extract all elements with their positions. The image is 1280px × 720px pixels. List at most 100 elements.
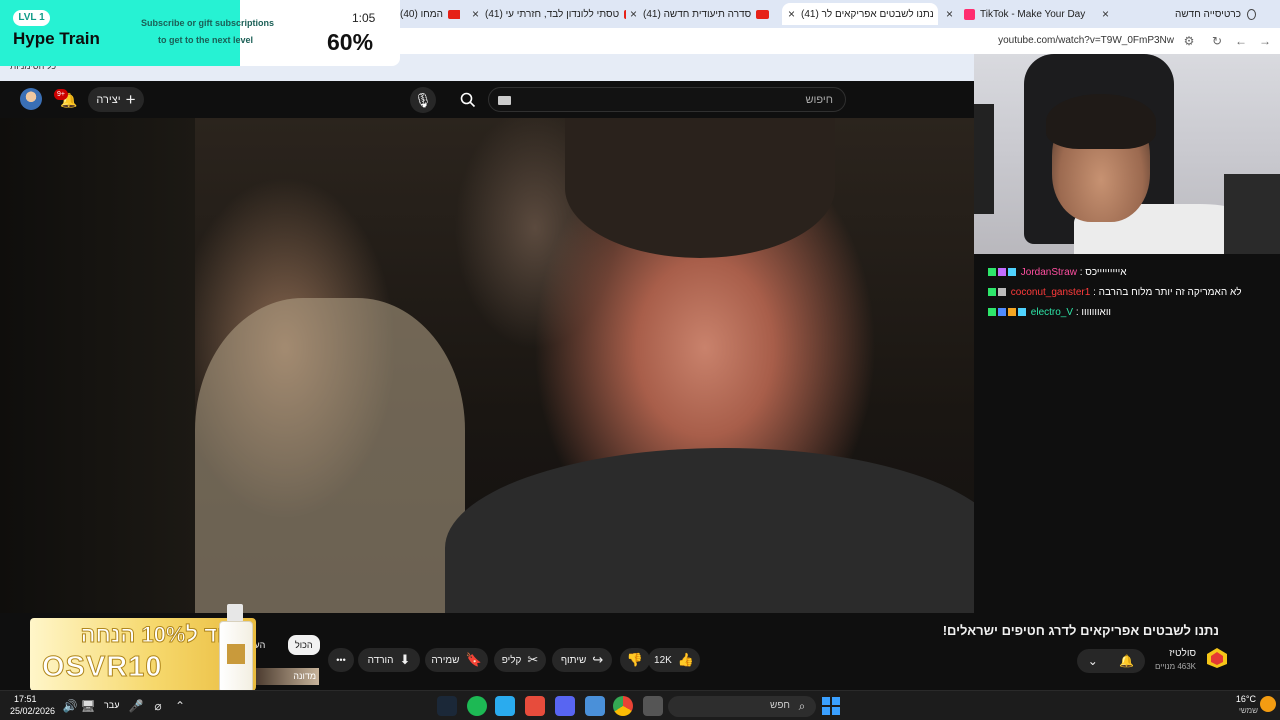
download-label: הורדה <box>367 654 394 666</box>
chat-badge-icon <box>998 288 1006 296</box>
tab-label: (41) טסתי ללונדון לבד, חזרתי עי <box>485 8 620 20</box>
streamer-webcam <box>974 54 1280 254</box>
notification-count-badge: 9+ <box>54 89 68 100</box>
clock-date[interactable]: 25/02/2026 <box>10 706 55 716</box>
hype-train-subtitle: Subscribe or gift subscriptions <box>141 18 275 28</box>
chat-message: coconut_ganster1 : לא האמריקה זה יותר מל… <box>988 287 1242 298</box>
tab-4[interactable]: × TikTok - Make Your Day <box>940 3 1090 25</box>
forward-icon[interactable]: → <box>1258 34 1272 48</box>
tiktok-icon <box>964 8 976 20</box>
chip-all[interactable]: הכול <box>288 635 320 655</box>
tab-5[interactable]: × כרטיסייה חדשה <box>1096 3 1256 25</box>
create-button[interactable]: יצירה + <box>88 87 144 112</box>
avatar[interactable] <box>20 88 42 110</box>
notepad-icon[interactable] <box>585 696 605 716</box>
chat-badge-icon <box>1008 308 1016 316</box>
video-backdrop <box>0 118 195 613</box>
chat-badge-icon <box>998 308 1006 316</box>
windows-taskbar: 17:51 25/02/2026 🔊 🖥 עבר 🎤 ⌀ ⌃ חפש ⌕ 16°… <box>0 690 1280 720</box>
taskbar-search-placeholder: חפש <box>770 700 790 711</box>
hype-train-widget: LVL 1 Hype Train Subscribe or gift subsc… <box>0 0 400 66</box>
spotify-icon[interactable] <box>467 696 487 716</box>
chat-username[interactable]: coconut_ganster1 <box>1011 287 1091 298</box>
discord-icon[interactable] <box>555 696 575 716</box>
video-person-hair <box>565 118 835 258</box>
tab-close-icon[interactable]: × <box>1102 7 1109 21</box>
url-text[interactable]: youtube.com/watch?v=T9W_0FmP3Nw <box>998 35 1174 46</box>
reload-icon[interactable]: ↻ <box>1210 34 1224 48</box>
chat-text: וואווווווו <box>1081 307 1112 318</box>
clip-button[interactable]: קליפ ✂ <box>494 648 546 672</box>
thumbs-up-icon: 👍 <box>677 652 694 667</box>
tab-close-icon[interactable]: × <box>472 7 479 21</box>
webcam-person-hair <box>1046 94 1156 149</box>
share-icon: ↪ <box>592 652 604 667</box>
channel-name[interactable]: סולטיז <box>1169 648 1196 659</box>
microphone-icon[interactable]: 🎤 <box>128 698 144 714</box>
steam-icon[interactable] <box>437 696 457 716</box>
channel-logo-icon[interactable] <box>1206 647 1228 669</box>
chat-badge-icon <box>998 268 1006 276</box>
create-label: יצירה <box>96 93 121 106</box>
subscribed-button[interactable]: ⌄ 🔔 <box>1077 649 1145 673</box>
chevron-up-icon[interactable]: ⌃ <box>172 698 188 714</box>
tab-close-icon[interactable]: × <box>946 7 953 21</box>
search-icon: ⌕ <box>798 699 806 713</box>
like-count: 12K <box>654 654 672 666</box>
tab-2[interactable]: × (41) סדרה תיעודית חדשה <box>624 3 780 25</box>
network-icon[interactable]: 🖥 <box>80 698 96 714</box>
tab-1[interactable]: × (41) טסתי ללונדון לבד, חזרתי עי <box>466 3 626 25</box>
app-icon[interactable] <box>525 696 545 716</box>
search-input[interactable]: חיפוש <box>488 87 846 112</box>
chrome-icon[interactable] <box>613 696 633 716</box>
promo-code-text: OSVR10 <box>41 651 163 684</box>
youtube-icon <box>756 9 770 19</box>
taskbar-search-input[interactable]: חפש ⌕ <box>668 696 816 717</box>
tab-close-icon[interactable]: × <box>630 7 637 21</box>
chevron-down-icon: ⌄ <box>1087 654 1098 668</box>
volume-icon[interactable]: 🔊 <box>62 698 78 714</box>
site-settings-icon[interactable]: ⚙ <box>1182 34 1196 48</box>
save-button[interactable]: שמירה 🔖 <box>425 648 488 672</box>
plus-icon: + <box>125 90 136 109</box>
like-button[interactable]: 12K 👍 <box>648 648 700 672</box>
hype-train-level-badge: LVL 1 <box>13 10 50 26</box>
channel-subscriber-count: 463K מנויים <box>1154 662 1196 671</box>
tab-label: (40) המחו <box>400 8 443 20</box>
file-explorer-icon[interactable] <box>643 696 663 716</box>
webcam-shelf <box>1224 174 1280 254</box>
back-icon[interactable]: ← <box>1234 34 1248 48</box>
perfume-bottle-image <box>215 604 255 694</box>
weather-temp[interactable]: 16°C <box>1236 694 1256 704</box>
hype-train-title: Hype Train <box>13 29 100 48</box>
more-actions-button[interactable]: ••• <box>328 648 354 672</box>
video-player[interactable] <box>0 118 974 613</box>
download-button[interactable]: הורדה ⬇ <box>358 648 420 672</box>
microphone-icon[interactable]: 🎙 <box>410 87 436 113</box>
tab-3-active[interactable]: × (41) נתנו לשבטים אפריקאים לר <box>782 3 938 25</box>
chat-username[interactable]: JordanStraw <box>1021 267 1077 278</box>
hype-train-timer: 1:05 <box>352 11 376 25</box>
input-language[interactable]: עבר <box>104 700 119 710</box>
share-button[interactable]: שיתוף ↪ <box>552 648 612 672</box>
chat-message: JordanStraw : איייייייייכס <box>988 267 1127 278</box>
keyboard-icon[interactable] <box>498 96 511 105</box>
bottle-cap <box>227 604 243 622</box>
chat-username[interactable]: electro_V <box>1031 307 1073 318</box>
tab-0[interactable]: (40) המחו <box>400 3 460 25</box>
weather-sun-icon[interactable] <box>1260 696 1276 712</box>
thumbs-down-icon: 👎 <box>626 652 644 667</box>
video-person-left <box>195 298 465 613</box>
dislike-button[interactable]: 👎 <box>620 648 650 672</box>
video-frame[interactable] <box>195 118 974 613</box>
clock-time[interactable]: 17:51 <box>14 694 37 704</box>
wifi-off-icon[interactable]: ⌀ <box>150 698 166 714</box>
related-video-thumbnail[interactable]: מדונה <box>255 668 319 685</box>
tab-close-icon[interactable]: × <box>788 7 795 21</box>
chat-text: לא האמריקה זה יותר מלוח בהרבה <box>1098 287 1242 298</box>
search-icon[interactable] <box>455 87 481 113</box>
save-label: שמירה <box>431 654 460 666</box>
tab-label: TikTok - Make Your Day <box>980 8 1086 20</box>
windows-start-icon[interactable] <box>822 697 840 715</box>
telegram-icon[interactable] <box>495 696 515 716</box>
